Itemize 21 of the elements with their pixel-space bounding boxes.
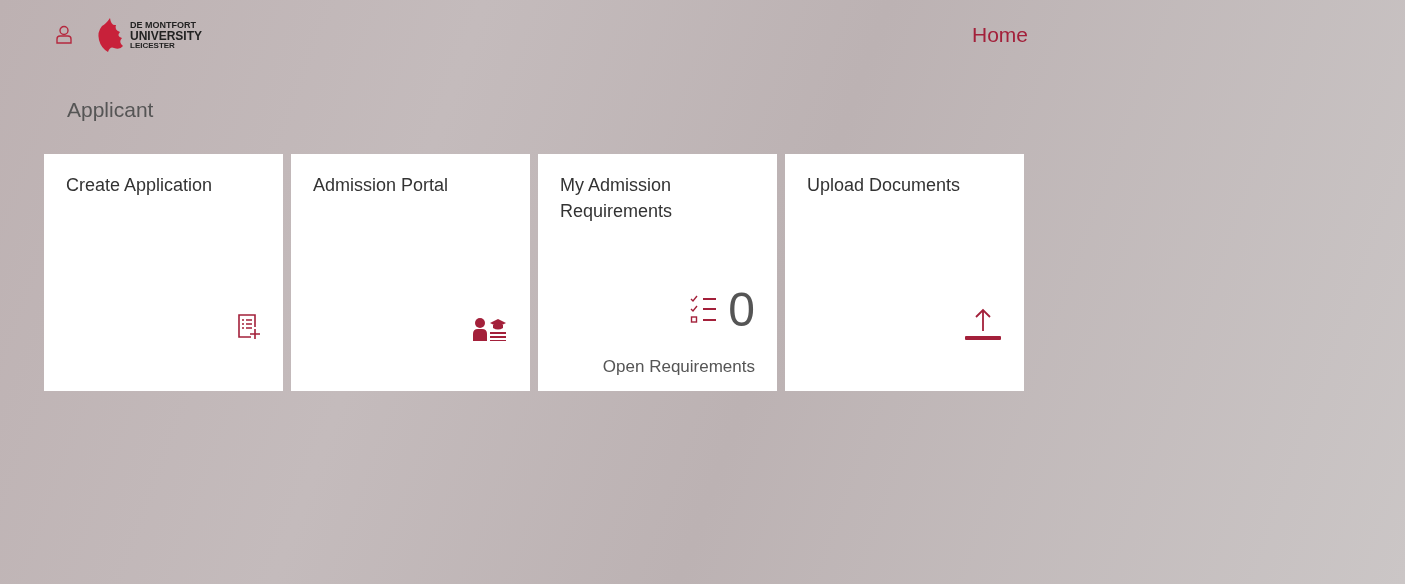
- requirements-count: 0: [728, 282, 755, 337]
- app-tile[interactable]: Create Application: [44, 154, 283, 391]
- tile-title: My Admission Requirements: [560, 174, 674, 223]
- tile-footer: Open Requirements: [602, 357, 755, 377]
- checklist-icon: [690, 293, 719, 326]
- app-tile[interactable]: Admission Portal: [291, 154, 530, 391]
- student-icon: [472, 315, 508, 341]
- section-title: Applicant: [66, 97, 155, 123]
- user-icon[interactable]: [56, 25, 72, 45]
- tile-title: Create Application: [66, 174, 214, 197]
- app-tile[interactable]: My Admission Requirements 0 Open Requirements: [538, 154, 777, 391]
- tile-title: Upload Documents: [807, 174, 962, 197]
- logo-text: UNIVERSITY: [130, 29, 202, 42]
- app-tile[interactable]: Upload Documents: [785, 154, 1024, 391]
- logo-text: LEICESTER: [130, 41, 176, 50]
- home-link[interactable]: Home: [971, 23, 1028, 47]
- upload-icon: [964, 307, 1002, 341]
- lion-logo-icon: [96, 16, 126, 54]
- form-add-icon: [237, 313, 261, 341]
- logo-text: DE MONTFORT: [130, 20, 197, 30]
- tile-title: Admission Portal: [313, 174, 450, 197]
